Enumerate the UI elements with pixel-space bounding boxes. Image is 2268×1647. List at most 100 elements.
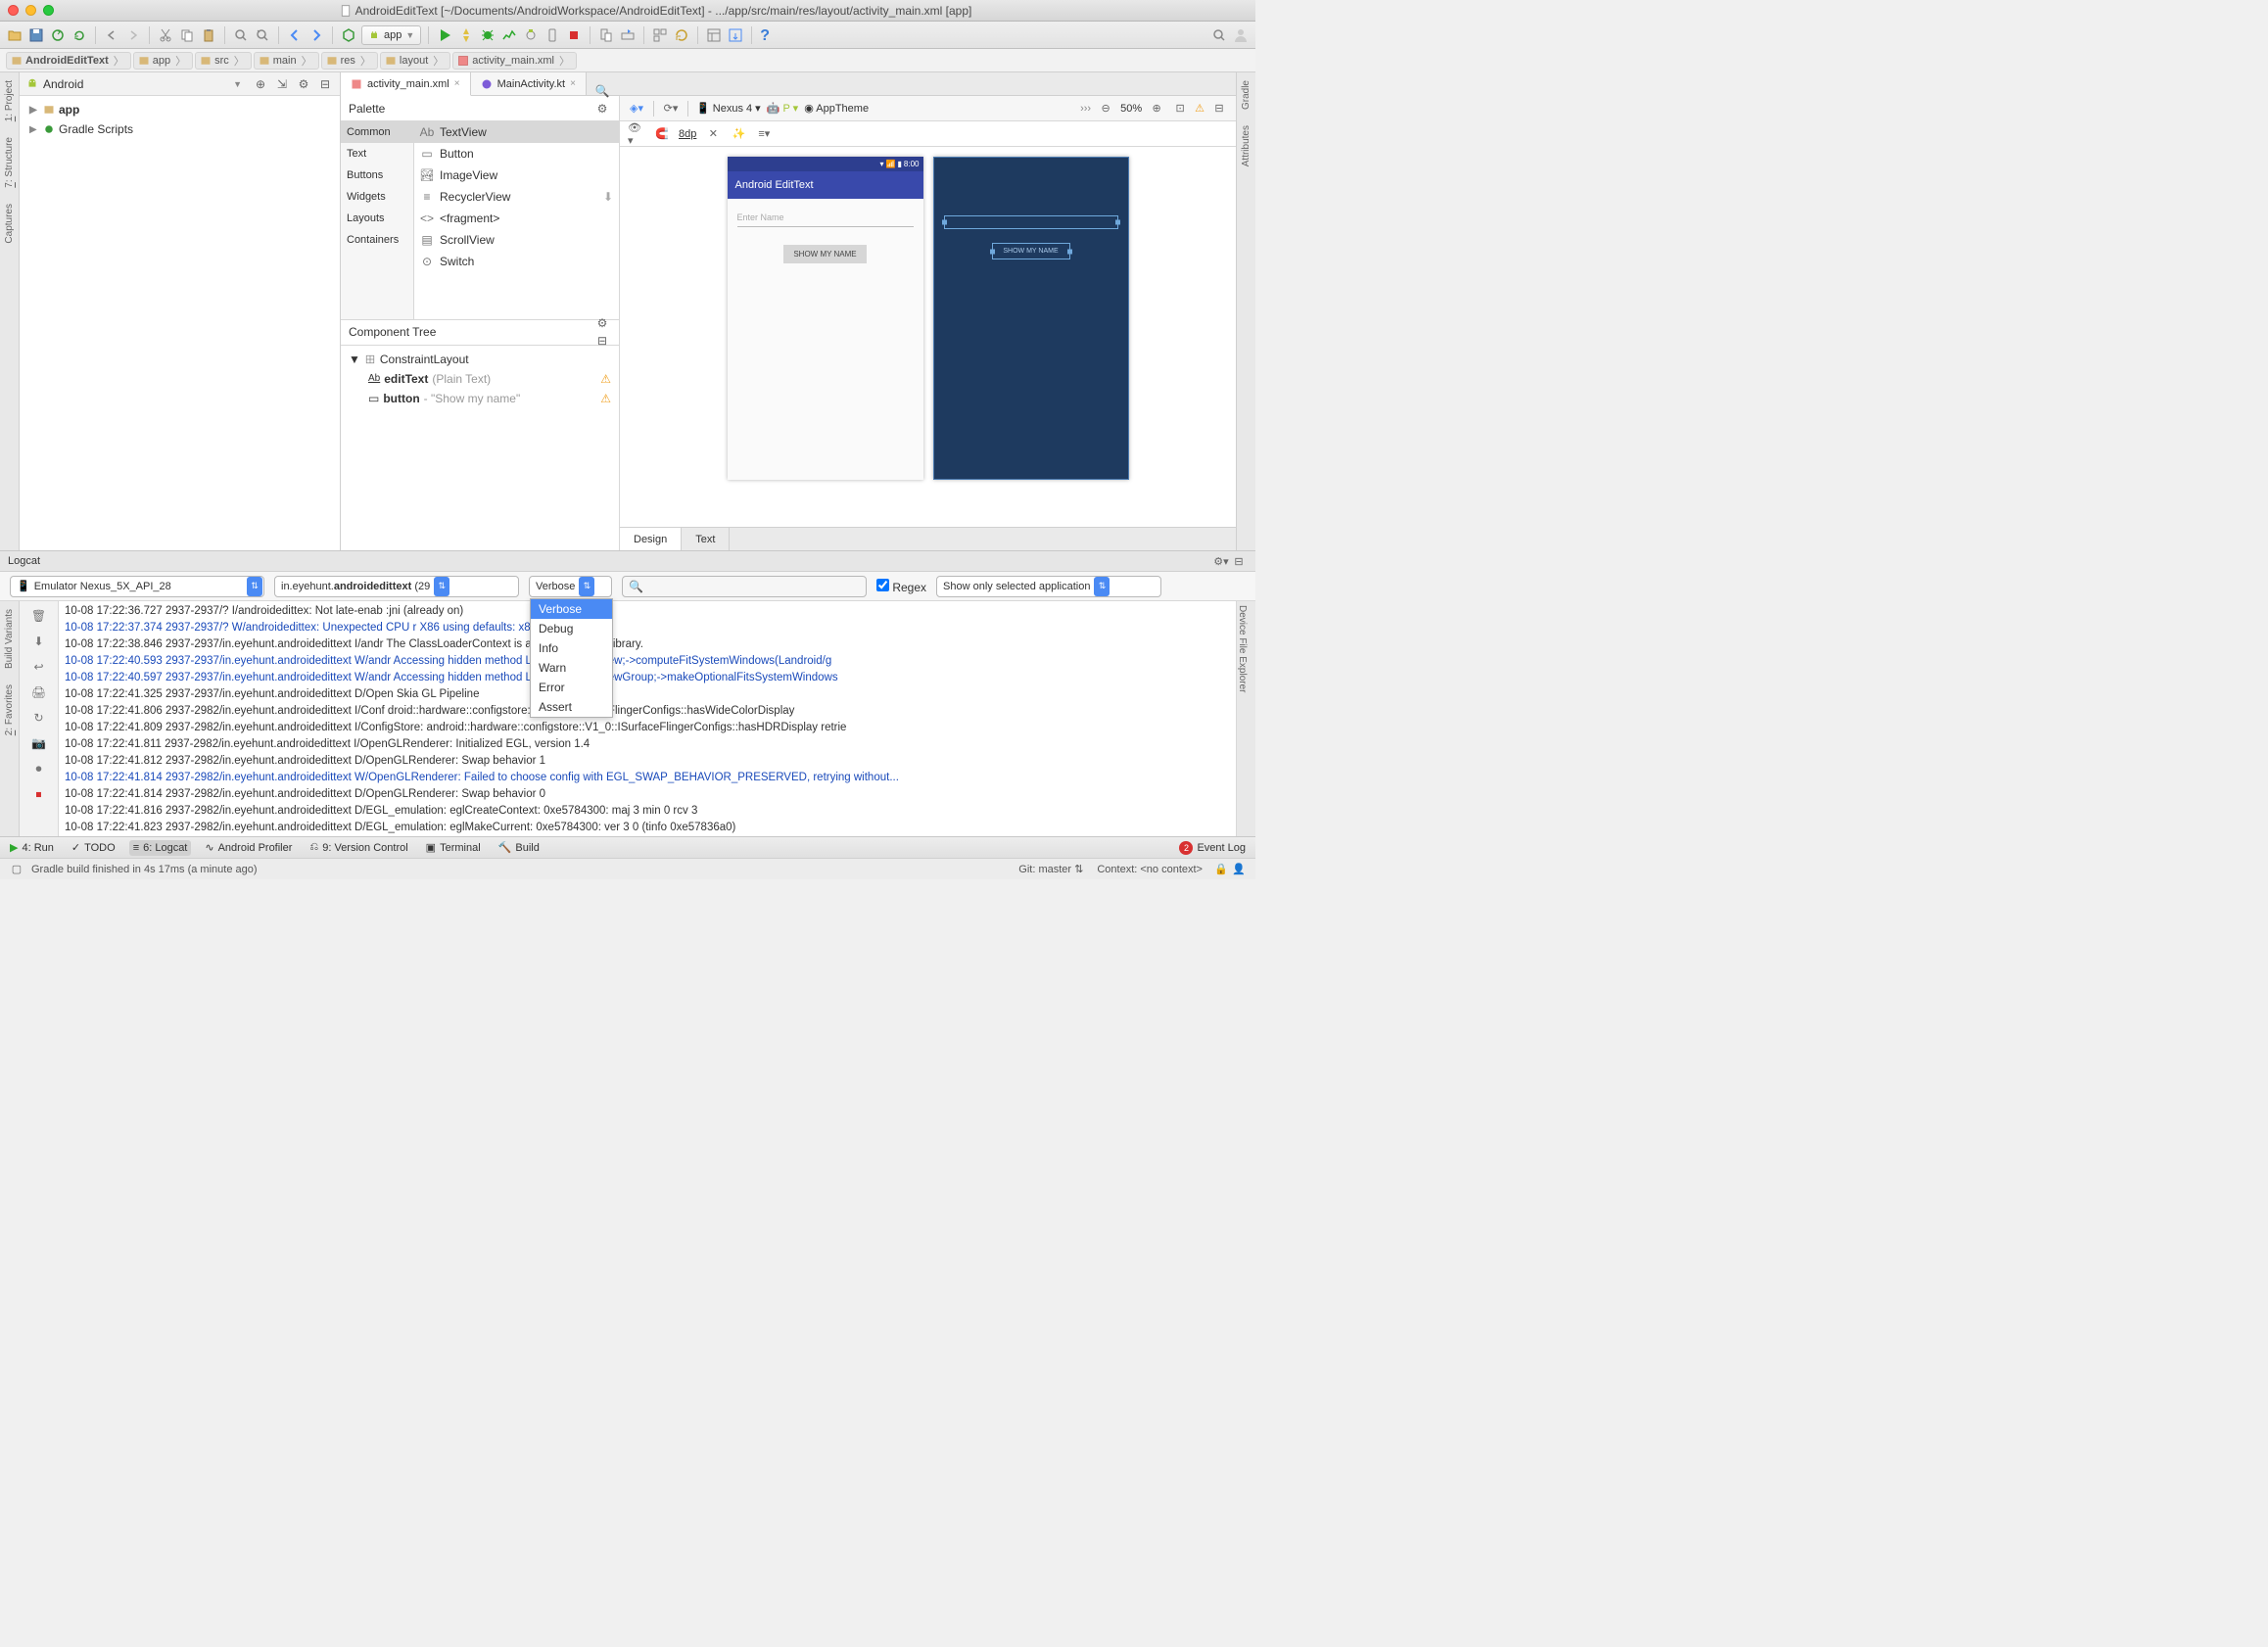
palette-item-scrollview[interactable]: ▤ScrollView xyxy=(414,229,619,251)
back-icon[interactable] xyxy=(286,26,304,44)
dropdown-option[interactable]: Warn xyxy=(531,658,612,678)
close-tab-icon[interactable]: × xyxy=(454,78,460,89)
align-icon[interactable]: ≡▾ xyxy=(755,125,773,143)
event-log-button[interactable]: 2 Event Log xyxy=(1175,839,1250,857)
tab-text[interactable]: Text xyxy=(682,528,730,550)
log-level-select[interactable]: Verbose⇅ Verbose Debug Info Warn Error A… xyxy=(529,576,612,597)
copy-icon[interactable] xyxy=(178,26,196,44)
scroll-from-source-icon[interactable]: ⊕ xyxy=(252,75,269,93)
sdk-manager-icon[interactable] xyxy=(619,26,637,44)
logcat-settings-icon[interactable]: ⚙▾ xyxy=(1212,552,1230,570)
palette-settings-icon[interactable]: ⚙ xyxy=(593,100,611,118)
record-icon[interactable]: ⏺ xyxy=(30,760,48,777)
restart-icon[interactable]: ↻ xyxy=(30,709,48,727)
find-icon[interactable] xyxy=(232,26,250,44)
clear-constraints-icon[interactable]: ✕ xyxy=(704,125,722,143)
api-select[interactable]: 🤖 P ▾ xyxy=(767,102,798,115)
vcs-tool-button[interactable]: ⎌ 9: Version Control xyxy=(306,839,411,856)
blueprint-preview[interactable]: SHOW MY NAME xyxy=(933,157,1129,480)
project-tool-button[interactable]: 1: Project xyxy=(4,76,15,125)
logcat-hide-icon[interactable]: ⊟ xyxy=(1230,552,1248,570)
theme-select[interactable]: ◉ AppTheme xyxy=(804,102,869,115)
settings-icon[interactable]: ⚙ xyxy=(295,75,312,93)
structure-tool-button[interactable]: 7: Structure xyxy=(4,133,15,192)
attributes-tool-button[interactable]: Attributes xyxy=(1241,121,1252,170)
editor-tab-layout[interactable]: activity_main.xml× xyxy=(341,72,471,96)
captures-tool-button[interactable]: Captures xyxy=(4,200,15,248)
attributes-toggle-icon[interactable]: ⊟ xyxy=(1210,100,1228,118)
palette-item-switch[interactable]: ⊙Switch xyxy=(414,251,619,272)
build-icon[interactable] xyxy=(340,26,357,44)
tree-node-gradle[interactable]: ▶ Gradle Scripts xyxy=(20,119,340,139)
comp-tree-node-edittext[interactable]: Ab editText (Plain Text) ⚠ xyxy=(341,369,619,389)
run-tool-button[interactable]: ▶4: Run xyxy=(6,839,58,856)
terminate-icon[interactable]: ⏹ xyxy=(30,785,48,803)
palette-item-button[interactable]: ▭Button xyxy=(414,143,619,165)
replace-icon[interactable] xyxy=(254,26,271,44)
filter-select[interactable]: Show only selected application⇅ xyxy=(936,576,1161,597)
design-preview[interactable]: ▾📶▮8:00 Android EditText Enter Name SHOW… xyxy=(728,157,923,480)
zoom-out-icon[interactable]: ⊖ xyxy=(1097,100,1114,118)
breadcrumb-item[interactable]: res〉 xyxy=(321,52,378,70)
dropdown-option[interactable]: Error xyxy=(531,678,612,697)
palette-item-fragment[interactable]: <><fragment> xyxy=(414,208,619,229)
breadcrumb-item[interactable]: main〉 xyxy=(254,52,319,70)
breadcrumb-item[interactable]: AndroidEditText〉 xyxy=(6,52,131,70)
clear-logcat-icon[interactable]: 🗑 xyxy=(30,607,48,625)
open-icon[interactable] xyxy=(6,26,24,44)
palette-category[interactable]: Layouts xyxy=(341,208,413,229)
save-icon[interactable] xyxy=(27,26,45,44)
default-margin[interactable]: 8dp xyxy=(679,128,696,140)
run-config-select[interactable]: app ▼ xyxy=(361,25,421,45)
dropdown-option[interactable]: Verbose xyxy=(531,599,612,619)
structure-icon[interactable] xyxy=(651,26,669,44)
lock-icon[interactable]: 🔒 xyxy=(1212,861,1230,878)
paste-icon[interactable] xyxy=(200,26,217,44)
search-everywhere-icon[interactable] xyxy=(1210,26,1228,44)
build-variants-button[interactable]: Build Variants xyxy=(4,605,15,673)
palette-category[interactable]: Buttons xyxy=(341,165,413,186)
screenshot-icon[interactable]: 📷 xyxy=(30,734,48,752)
palette-item-imageview[interactable]: 🏞ImageView xyxy=(414,165,619,186)
print-icon[interactable]: 🖨 xyxy=(30,683,48,701)
soft-wrap-icon[interactable]: ↩ xyxy=(30,658,48,676)
view-options-icon[interactable]: 👁▾ xyxy=(628,125,645,143)
tree-node-app[interactable]: ▶ app xyxy=(20,100,340,119)
orientation-icon[interactable]: ⟳▾ xyxy=(662,100,680,118)
profiler-tool-button[interactable]: ∿ Android Profiler xyxy=(201,839,296,856)
breadcrumb-item[interactable]: activity_main.xml〉 xyxy=(452,52,577,70)
undo-icon[interactable] xyxy=(103,26,120,44)
palette-category[interactable]: Widgets xyxy=(341,186,413,208)
logcat-output[interactable]: 10-08 17:22:36.727 2937-2937/? I/android… xyxy=(59,601,1236,836)
layout-icon[interactable] xyxy=(705,26,723,44)
maximize-window[interactable] xyxy=(43,5,54,16)
collapse-all-icon[interactable]: ⇲ xyxy=(273,75,291,93)
device-file-explorer-button[interactable]: Device File Explorer xyxy=(1237,601,1248,696)
breadcrumb-item[interactable]: layout〉 xyxy=(380,52,450,70)
device-select[interactable]: 📱 Emulator Nexus_5X_API_28 ⇅ xyxy=(10,576,264,597)
palette-search-icon[interactable]: 🔍 xyxy=(593,82,611,100)
run-icon[interactable] xyxy=(436,26,453,44)
logcat-tool-button[interactable]: ≡ 6: Logcat xyxy=(129,840,192,856)
comp-tree-node-root[interactable]: ▼ ConstraintLayout xyxy=(341,350,619,369)
regex-checkbox[interactable]: Regex xyxy=(876,579,926,594)
warnings-icon[interactable]: ⚠ xyxy=(1195,102,1205,115)
avd-manager-icon[interactable] xyxy=(597,26,615,44)
stop-icon[interactable] xyxy=(565,26,583,44)
minimize-window[interactable] xyxy=(25,5,36,16)
infer-constraints-icon[interactable]: ✨ xyxy=(730,125,747,143)
gradle-tool-button[interactable]: Gradle xyxy=(1241,76,1252,114)
dropdown-option[interactable]: Assert xyxy=(531,697,612,717)
palette-item-recyclerview[interactable]: ≡RecyclerView⬇ xyxy=(414,186,619,208)
autoconnect-icon[interactable]: 🧲 xyxy=(653,125,671,143)
debug-icon[interactable] xyxy=(479,26,496,44)
help-icon[interactable]: ? xyxy=(759,26,777,44)
close-tab-icon[interactable]: × xyxy=(570,78,576,89)
palette-item-textview[interactable]: AbTextView xyxy=(414,121,619,143)
dock-icon[interactable] xyxy=(727,26,744,44)
git-branch[interactable]: Git: master ⇅ xyxy=(1018,863,1083,875)
redo-icon[interactable] xyxy=(124,26,142,44)
palette-category[interactable]: Common xyxy=(341,121,413,143)
zoom-in-icon[interactable]: ⊕ xyxy=(1148,100,1165,118)
hide-icon[interactable]: ⊟ xyxy=(316,75,334,93)
